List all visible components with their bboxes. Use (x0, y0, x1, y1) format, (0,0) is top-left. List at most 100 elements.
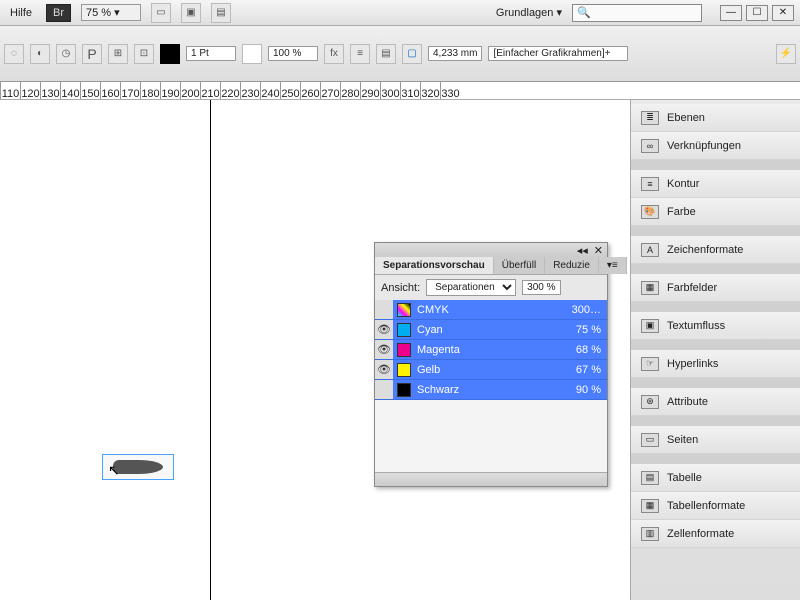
panel-icon: ▣ (641, 319, 659, 333)
ruler-tick: 120 (20, 82, 40, 99)
bridge-button[interactable]: Br (46, 4, 71, 22)
ink-value: 68 % (576, 344, 607, 356)
tool-icon[interactable]: ◐ (30, 44, 50, 64)
ink-list: CMYK300…👁Cyan75 %👁Magenta68 %👁Gelb67 %Sc… (375, 300, 607, 400)
ruler-tick: 300 (380, 82, 400, 99)
help-menu[interactable]: Hilfe (6, 7, 36, 19)
tool-icon[interactable]: ◌ (4, 44, 24, 64)
ink-row[interactable]: Schwarz90 % (375, 380, 607, 400)
ink-limit-field[interactable]: 300 % (522, 280, 560, 295)
ruler-tick: 160 (100, 82, 120, 99)
page-boundary (210, 100, 211, 600)
panel-verknüpfungen[interactable]: ∞Verknüpfungen (631, 132, 800, 160)
visibility-toggle[interactable]: 👁 (375, 340, 393, 359)
stroke-field[interactable]: 1 Pt (186, 46, 236, 61)
panel-label: Textumfluss (667, 320, 725, 332)
ink-swatch (397, 363, 411, 377)
panel-label: Hyperlinks (667, 358, 718, 370)
panel-ebenen[interactable]: ≣Ebenen (631, 104, 800, 132)
horizontal-ruler: 1101201301401501601701801902002102202302… (0, 82, 800, 100)
control-bar: ◌ ◐ ◷ P ⊞ ⊡ 1 Pt 100 % fx ≡ ▤ ▢ 4,233 mm… (0, 26, 800, 82)
close-button[interactable]: ✕ (772, 5, 794, 21)
visibility-toggle[interactable]: 👁 (375, 360, 393, 379)
frame-type-dropdown[interactable]: [Einfacher Grafikrahmen]+ (488, 46, 628, 61)
arrange-icon[interactable]: ▤ (211, 3, 231, 23)
panel-close-icon[interactable]: ✕ (594, 244, 603, 257)
tool-icon[interactable]: ⊡ (134, 44, 154, 64)
menubar: Hilfe Br 75 % ▾ ▭ ▣ ▤ Grundlagen ▾ 🔍 — ☐… (0, 0, 800, 26)
panel-label: Ebenen (667, 112, 705, 124)
frame-width-field[interactable]: 4,233 mm (428, 46, 482, 61)
panel-textumfluss[interactable]: ▣ Textumfluss (631, 312, 800, 340)
panel-empty-area (375, 400, 607, 472)
panel-zeichenformate[interactable]: AZeichenformate (631, 236, 800, 264)
panel-icon: ▦ (641, 281, 659, 295)
panel-icon: ≡ (641, 177, 659, 191)
panel-label: Attribute (667, 396, 708, 408)
panel-zellenformate[interactable]: ▥Zellenformate (631, 520, 800, 548)
ink-value: 67 % (576, 364, 607, 376)
tab-separations[interactable]: Separationsvorschau (375, 257, 494, 274)
view-label: Ansicht: (381, 282, 420, 294)
scale-field[interactable]: 100 % (268, 46, 318, 61)
zoom-dropdown[interactable]: 75 % ▾ (81, 4, 141, 21)
panel-tabelle[interactable]: ▤Tabelle (631, 464, 800, 492)
panel-attribute[interactable]: ⊛ Attribute (631, 388, 800, 416)
ink-row[interactable]: CMYK300… (375, 300, 607, 320)
tab-flatten[interactable]: Reduzie (545, 257, 599, 274)
frame-icon[interactable]: ▢ (402, 44, 422, 64)
minimize-button[interactable]: — (720, 5, 742, 21)
panel-icon: ☞ (641, 357, 659, 371)
ruler-tick: 140 (60, 82, 80, 99)
panel-tabellenformate[interactable]: ▦Tabellenformate (631, 492, 800, 520)
ink-row[interactable]: 👁Cyan75 % (375, 320, 607, 340)
ruler-tick: 330 (440, 82, 460, 99)
type-tool-icon[interactable]: P (82, 44, 102, 64)
tool-icon[interactable]: ◷ (56, 44, 76, 64)
panel-label: Kontur (667, 178, 699, 190)
lightning-icon[interactable]: ⚡ (776, 44, 796, 64)
panel-seiten[interactable]: ▭Seiten (631, 426, 800, 454)
tab-trap[interactable]: Überfüll (494, 257, 545, 274)
panel-icon: ▭ (641, 433, 659, 447)
ruler-tick: 250 (280, 82, 300, 99)
fx-icon[interactable]: fx (324, 44, 344, 64)
ruler-tick: 170 (120, 82, 140, 99)
view-icon[interactable]: ▭ (151, 3, 171, 23)
collapse-icon[interactable]: ◂◂ (577, 244, 588, 257)
screen-icon[interactable]: ▣ (181, 3, 201, 23)
ink-row[interactable]: 👁Magenta68 % (375, 340, 607, 360)
panel-hyperlinks[interactable]: ☞ Hyperlinks (631, 350, 800, 378)
ruler-tick: 190 (160, 82, 180, 99)
workspace-dropdown[interactable]: Grundlagen ▾ (496, 6, 562, 19)
search-icon: 🔍 (577, 6, 591, 19)
panel-tabs: Separationsvorschau Überfüll Reduzie ▾≡ (375, 257, 607, 275)
panel-farbe[interactable]: 🎨Farbe (631, 198, 800, 226)
visibility-toggle[interactable] (375, 300, 393, 319)
panel-icon: ∞ (641, 139, 659, 153)
ink-row[interactable]: 👁Gelb67 % (375, 360, 607, 380)
visibility-toggle[interactable]: 👁 (375, 320, 393, 339)
ruler-tick: 280 (340, 82, 360, 99)
tool-icon[interactable]: ⊞ (108, 44, 128, 64)
align-icon[interactable]: ≡ (350, 44, 370, 64)
wrap-icon[interactable]: ▤ (376, 44, 396, 64)
cursor-icon: ↖ (108, 462, 120, 479)
panel-icon: ▦ (641, 499, 659, 513)
maximize-button[interactable]: ☐ (746, 5, 768, 21)
panel-farbfelder[interactable]: ▦Farbfelder (631, 274, 800, 302)
ink-name: Schwarz (415, 384, 576, 396)
panel-menu-icon[interactable]: ▾≡ (599, 257, 627, 274)
separations-preview-panel[interactable]: ◂◂ ✕ Separationsvorschau Überfüll Reduzie… (374, 242, 608, 487)
ruler-tick: 230 (240, 82, 260, 99)
panel-icon: ▥ (641, 527, 659, 541)
ruler-tick: 270 (320, 82, 340, 99)
stroke-swatch[interactable] (242, 44, 262, 64)
panel-icon: ⊛ (641, 395, 659, 409)
ruler-tick: 310 (400, 82, 420, 99)
visibility-toggle[interactable] (375, 380, 393, 399)
fill-swatch[interactable] (160, 44, 180, 64)
search-input[interactable]: 🔍 (572, 4, 702, 22)
panel-kontur[interactable]: ≡ Kontur (631, 170, 800, 198)
view-select[interactable]: Separationen (426, 279, 516, 296)
